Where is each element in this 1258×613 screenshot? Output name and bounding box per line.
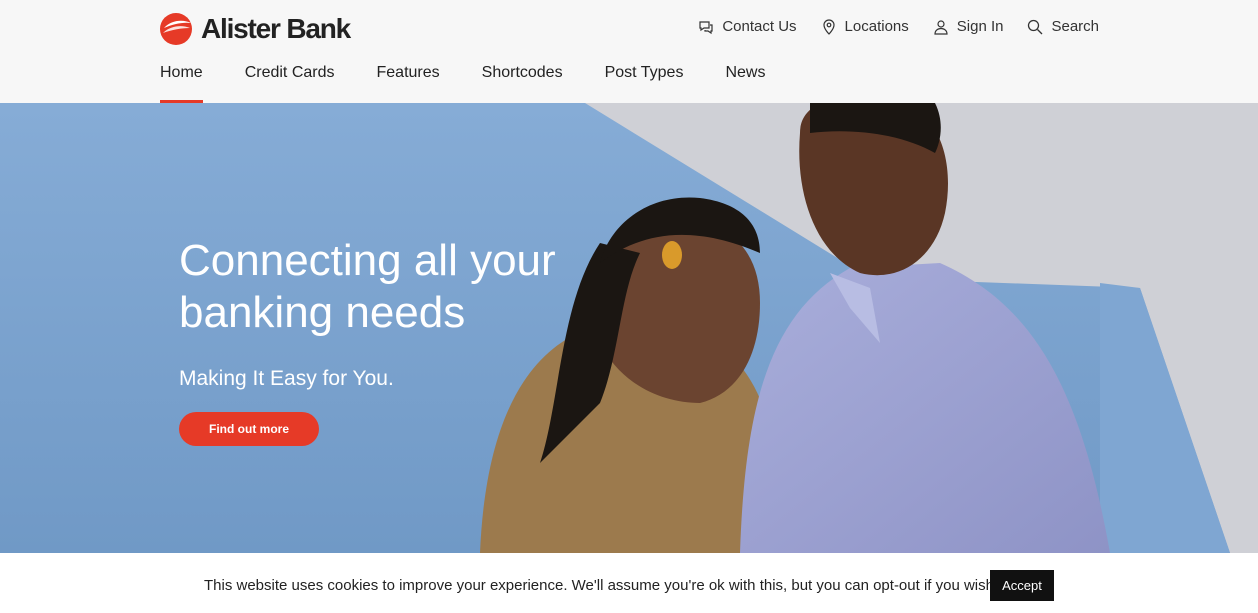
search-icon bbox=[1028, 19, 1043, 34]
nav-item-shortcodes[interactable]: Shortcodes bbox=[482, 64, 563, 103]
chat-icon bbox=[699, 20, 713, 34]
cookie-message: This website uses cookies to improve you… bbox=[204, 577, 999, 594]
brand-logo[interactable]: Alister Bank bbox=[159, 12, 351, 46]
brand-name: Alister Bank bbox=[201, 13, 351, 44]
hero-banner: Connecting all your banking needs Making… bbox=[0, 103, 1258, 553]
search-link[interactable]: Search bbox=[1027, 18, 1099, 35]
locations-link[interactable]: Locations bbox=[821, 18, 909, 35]
map-pin-icon bbox=[822, 18, 835, 35]
utility-nav: Contact Us Locations Sign In Search bbox=[698, 18, 1099, 35]
sign-in-label: Sign In bbox=[956, 18, 1004, 35]
nav-item-home[interactable]: Home bbox=[160, 64, 203, 103]
contact-us-label: Contact Us bbox=[722, 18, 797, 35]
search-label: Search bbox=[1051, 18, 1099, 35]
nav-item-news[interactable]: News bbox=[725, 64, 765, 103]
hero-title: Connecting all your banking needs bbox=[179, 236, 556, 337]
find-out-more-button[interactable]: Find out more bbox=[179, 412, 319, 446]
sign-in-link[interactable]: Sign In bbox=[933, 18, 1004, 35]
main-nav: Home Credit Cards Features Shortcodes Po… bbox=[160, 64, 765, 103]
hero-subtitle: Making It Easy for You. bbox=[179, 367, 394, 390]
accept-cookies-button[interactable]: Accept bbox=[990, 570, 1054, 601]
user-icon bbox=[934, 19, 948, 35]
logo-mark-icon bbox=[160, 13, 192, 45]
nav-item-features[interactable]: Features bbox=[377, 64, 440, 103]
site-header: Alister Bank Contact Us Locations Sign I… bbox=[0, 0, 1258, 103]
contact-us-link[interactable]: Contact Us bbox=[698, 18, 797, 35]
nav-item-post-types[interactable]: Post Types bbox=[605, 64, 684, 103]
locations-label: Locations bbox=[844, 18, 909, 35]
cookie-banner: This website uses cookies to improve you… bbox=[0, 553, 1258, 613]
nav-item-credit-cards[interactable]: Credit Cards bbox=[245, 64, 335, 103]
